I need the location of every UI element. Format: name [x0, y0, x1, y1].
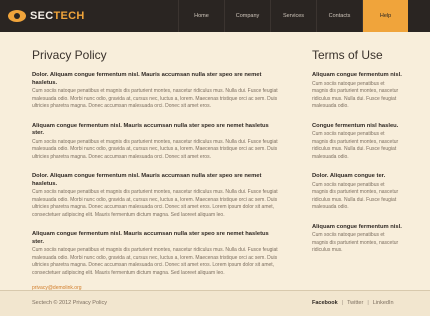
section-heading: Dolor. Aliquam congue fermentum nisl. Ma… — [32, 72, 262, 86]
logo[interactable]: SECTECH — [8, 8, 85, 24]
terms-item: Dolor. Aliquam congue ter. Cum sociis na… — [312, 173, 402, 212]
section-body: Cum sociis natoque penatibus et magnis d… — [32, 189, 278, 218]
policy-section: Aliquam congue fermentum nisl. Mauris ac… — [32, 123, 282, 162]
separator: | — [341, 300, 344, 306]
copyright-text: Sectech © 2012 Privacy Policy — [32, 300, 107, 306]
policy-section: Dolor. Aliquam congue fermentum nisl. Ma… — [32, 173, 282, 219]
nav-home[interactable]: Home — [178, 0, 224, 32]
twitter-link[interactable]: Twitter — [347, 300, 363, 306]
terms-heading: Congue fermentum nisl hasleu. — [312, 122, 399, 129]
social-links: Facebook | Twitter | LinkedIn — [312, 300, 394, 306]
section-heading: Aliquam congue fermentum nisl. Mauris ac… — [32, 231, 269, 245]
separator: | — [367, 300, 369, 306]
logo-text: SECTECH — [30, 10, 85, 22]
terms-body: Cum sociis natoque penatibus et magnis d… — [312, 181, 399, 211]
terms-heading: Aliquam congue fermentum nisl. — [312, 223, 402, 230]
terms-of-use-sidebar: Terms of Use Aliquam congue fermentum ni… — [312, 48, 402, 267]
top-bar: SECTECH Home Company Services Contacts H… — [0, 0, 430, 32]
terms-body: Cum sociis natoque penatibus et magnis d… — [312, 131, 399, 160]
privacy-policy-content: Privacy Policy Dolor. Aliquam congue fer… — [32, 48, 282, 291]
terms-item: Aliquam congue fermentum nisl. Cum socii… — [312, 72, 402, 111]
page-title: Privacy Policy — [32, 48, 107, 62]
terms-item: Aliquam congue fermentum nisl. Cum socii… — [312, 224, 402, 255]
linkedin-link[interactable]: LinkedIn — [373, 300, 394, 306]
facebook-link[interactable]: Facebook — [312, 300, 338, 306]
main-nav: Home Company Services Contacts Help — [178, 0, 408, 32]
terms-body: Cum sociis natoque penatibus et magnis d… — [312, 232, 399, 253]
section-body: Cum sociis natoque penatibus et magnis d… — [32, 138, 278, 160]
terms-heading: Dolor. Aliquam congue ter. — [312, 173, 386, 179]
section-body: Cum sociis natoque penatibus et magnis d… — [32, 88, 278, 109]
nav-services[interactable]: Services — [270, 0, 316, 32]
section-heading: Dolor. Aliquam congue fermentum nisl. Ma… — [32, 173, 262, 187]
section-body: Cum sociis natoque penatibus et magnis d… — [32, 247, 278, 276]
policy-section: Dolor. Aliquam congue fermentum nisl. Ma… — [32, 72, 282, 111]
terms-item: Congue fermentum nisl hasleu. Cum sociis… — [312, 123, 402, 162]
nav-help[interactable]: Help — [362, 0, 408, 32]
policy-section: Aliquam congue fermentum nisl. Mauris ac… — [32, 231, 282, 277]
eye-logo-icon — [8, 10, 26, 22]
nav-contacts[interactable]: Contacts — [316, 0, 362, 32]
footer: Sectech © 2012 Privacy Policy Facebook |… — [0, 290, 430, 316]
nav-company[interactable]: Company — [224, 0, 270, 32]
section-heading: Aliquam congue fermentum nisl. Mauris ac… — [32, 122, 269, 137]
terms-heading: Aliquam congue fermentum nisl. — [312, 72, 402, 78]
terms-body: Cum sociis natoque penatibus et magnis d… — [312, 80, 399, 110]
sidebar-title: Terms of Use — [312, 48, 383, 62]
